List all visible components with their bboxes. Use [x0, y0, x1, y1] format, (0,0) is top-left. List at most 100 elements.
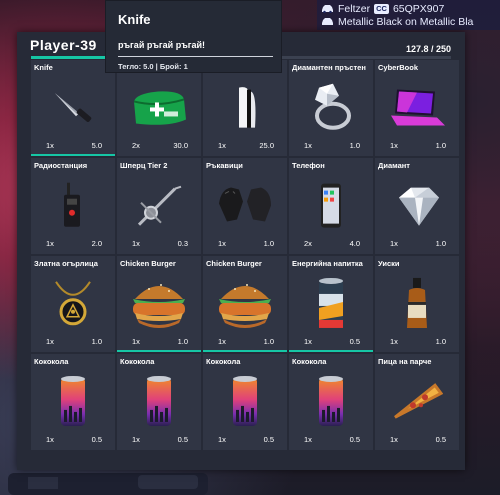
inventory-slot[interactable]: Пица на парче 1x 0.5: [375, 354, 459, 450]
slot-weight: 0.5: [435, 435, 446, 444]
slot-count: 1x: [46, 435, 54, 444]
slot-count: 1x: [46, 141, 54, 150]
inventory-slot[interactable]: Златна огърлица 1x 1.0: [31, 256, 115, 352]
inventory-title: Player-39: [30, 37, 97, 53]
soda-can-icon: [56, 374, 90, 435]
whiskey-icon: [401, 276, 433, 337]
diamond-icon: [389, 182, 445, 235]
inventory-slot[interactable]: Шперц Tier 2 1x 0.3: [117, 158, 201, 254]
slot-count: 2x: [304, 239, 312, 248]
plate-badge: CC: [374, 3, 389, 14]
slot-count: 1x: [132, 435, 140, 444]
inventory-slot[interactable]: Кококола 1x 0.5: [117, 354, 201, 450]
inventory-slot[interactable]: Диамантен пръстен 1x 1.0: [289, 60, 373, 156]
slot-count: 1x: [218, 337, 226, 346]
slot-label: Кококола: [34, 357, 69, 366]
slot-label: Chicken Burger: [206, 259, 262, 268]
slot-label: Пица на парче: [378, 357, 432, 366]
slot-label: Кококола: [120, 357, 155, 366]
slot-weight: 0.5: [349, 337, 360, 346]
soda-can-icon: [228, 374, 262, 435]
console-icon: [225, 84, 265, 137]
slot-label: Диамант: [378, 161, 410, 170]
slot-count: 1x: [46, 239, 54, 248]
hud-color-row: Metallic Black on Metallic Bla: [321, 15, 496, 28]
slot-weight: 5.0: [91, 141, 102, 150]
hud-vehicle-row: Feltzer CC 65QPX907: [321, 2, 496, 15]
inventory-slot[interactable]: Knife 1x 5.0: [31, 60, 115, 156]
tooltip-title: Knife: [118, 12, 151, 27]
inventory-slot[interactable]: Кококола 1x 0.5: [31, 354, 115, 450]
hud-plate: 65QPX907: [392, 2, 445, 15]
inventory-slot[interactable]: Ръкавици 1x 1.0: [203, 158, 287, 254]
phone-icon: [318, 182, 344, 235]
tooltip-info: Тегло: 5.0 | Брой: 1: [118, 62, 188, 71]
inventory-slot[interactable]: 2x 30.0: [117, 60, 201, 156]
inventory-slot[interactable]: Chicken Burger 1x 1.0: [117, 256, 201, 352]
slot-weight: 0.3: [177, 239, 188, 248]
slot-weight: 0.5: [91, 435, 102, 444]
hud-vehicle-name: Feltzer: [338, 2, 371, 15]
inventory-slot[interactable]: Диамант 1x 1.0: [375, 158, 459, 254]
burger-icon: [127, 275, 191, 338]
slot-label: Knife: [34, 63, 53, 72]
slot-durability-bar: [203, 350, 287, 352]
slot-label: Уиски: [378, 259, 400, 268]
burger-icon: [213, 275, 277, 338]
slot-weight: 2.0: [91, 239, 102, 248]
slot-weight: 1.0: [263, 239, 274, 248]
inventory-slot[interactable]: CyberBook 1x 1.0: [375, 60, 459, 156]
slot-durability-bar: [117, 350, 201, 352]
slot-label: Енергийна напитка: [292, 259, 363, 268]
slot-count: 1x: [304, 435, 312, 444]
gloves-icon: [215, 183, 275, 232]
pizza-icon: [391, 381, 444, 426]
inventory-panel: Player-39 127.8 / 250 Knife1x5.02x30.0PS…: [17, 32, 465, 470]
slot-count: 1x: [390, 337, 398, 346]
inventory-slot[interactable]: Радиостанция 1x 2.0: [31, 158, 115, 254]
inventory-slot[interactable]: Кококола 1x 0.5: [289, 354, 373, 450]
slot-label: Ръкавици: [206, 161, 243, 170]
slot-weight: 30.0: [173, 141, 188, 150]
radio-icon: [58, 181, 88, 236]
inventory-slot[interactable]: Телефон 2x 4.0: [289, 158, 373, 254]
ring-icon: [303, 82, 359, 139]
medkit-icon: [128, 85, 190, 134]
hud-vehicle-color: Metallic Black on Metallic Bla: [338, 15, 474, 28]
inventory-slot[interactable]: Chicken Burger 1x 1.0: [203, 256, 287, 352]
slot-count: 1x: [390, 239, 398, 248]
inventory-weight: 127.8 / 250: [405, 44, 451, 54]
slot-label: Кококола: [292, 357, 327, 366]
slot-weight: 1.0: [435, 239, 446, 248]
inventory-slot[interactable]: Кококола 1x 0.5: [203, 354, 287, 450]
soda-can-icon: [314, 374, 348, 435]
slot-count: 1x: [218, 435, 226, 444]
inventory-slot[interactable]: PS51x25.0: [203, 60, 287, 156]
slot-weight: 0.5: [263, 435, 274, 444]
slot-durability-bar: [289, 350, 373, 352]
knife-icon: [49, 87, 97, 132]
inventory-slot[interactable]: Енергийна напитка 1x 0.5: [289, 256, 373, 352]
car-icon: [322, 5, 333, 13]
slot-count: 1x: [46, 337, 54, 346]
slot-weight: 0.5: [177, 435, 188, 444]
soda-can-icon: [142, 374, 176, 435]
slot-count: 1x: [390, 141, 398, 150]
slot-label: Диамантен пръстен: [292, 63, 366, 72]
slot-weight: 0.5: [349, 435, 360, 444]
slot-count: 1x: [132, 239, 140, 248]
vehicle-hud: Feltzer CC 65QPX907 Metallic Black on Me…: [317, 0, 500, 30]
tooltip-divider: [118, 56, 273, 57]
slot-weight: 25.0: [259, 141, 274, 150]
necklace-icon: [48, 278, 98, 335]
energy-can-icon: [314, 276, 348, 337]
slot-label: Златна огърлица: [34, 259, 98, 268]
slot-weight: 1.0: [263, 337, 274, 346]
slot-label: Chicken Burger: [120, 259, 176, 268]
slot-count: 1x: [218, 141, 226, 150]
slot-label: Шперц Tier 2: [120, 161, 168, 170]
inventory-slot[interactable]: Уиски 1x 1.0: [375, 256, 459, 352]
slot-count: 1x: [218, 239, 226, 248]
inventory-grid: Knife1x5.02x30.0PS51x25.0Диамантен пръст…: [31, 60, 459, 450]
slot-weight: 1.0: [349, 141, 360, 150]
